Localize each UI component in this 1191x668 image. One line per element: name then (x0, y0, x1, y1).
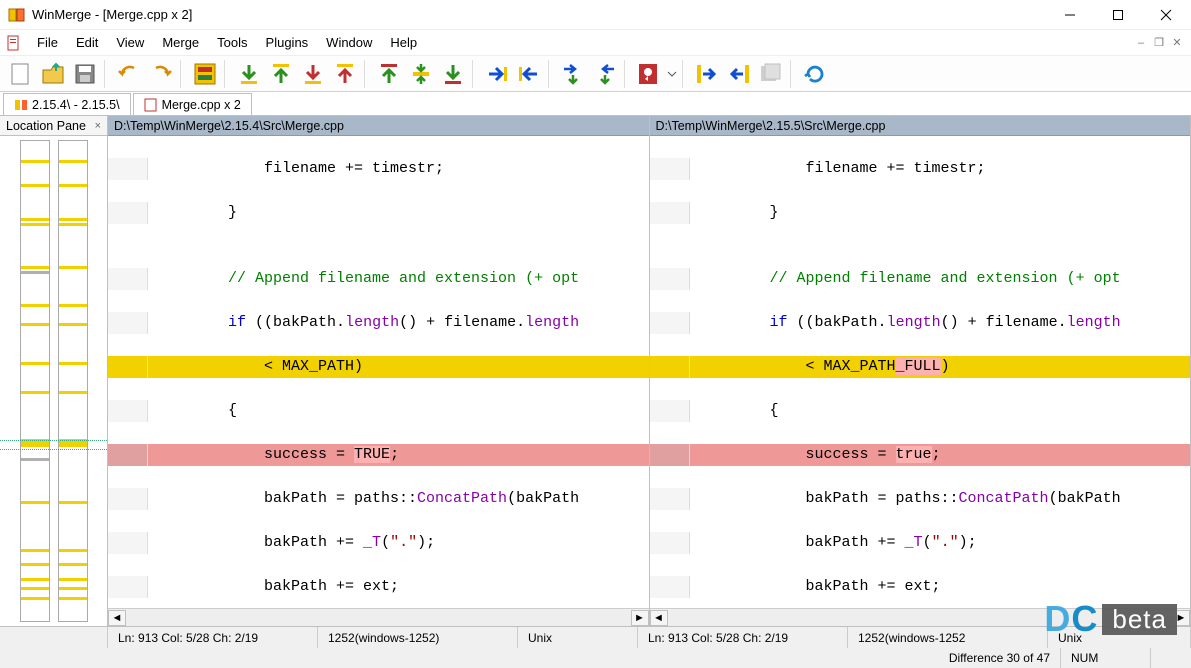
first-diff-button[interactable] (374, 59, 404, 89)
document-icon (6, 35, 22, 51)
menubar: File Edit View Merge Tools Plugins Windo… (0, 30, 1191, 56)
right-pane-content[interactable]: filename += timestr; } // Append filenam… (650, 136, 1191, 608)
mdi-minimize-button[interactable]: – (1133, 35, 1149, 51)
undo-button[interactable] (114, 59, 144, 89)
window-title: WinMerge - [Merge.cpp x 2] (32, 7, 1053, 22)
maximize-button[interactable] (1101, 4, 1135, 26)
current-diff-button[interactable] (406, 59, 436, 89)
compare-area: D:\Temp\WinMerge\2.15.4\Src\Merge.cpp fi… (108, 116, 1191, 626)
redo-button[interactable] (146, 59, 176, 89)
location-pane-close-icon[interactable]: × (95, 120, 101, 132)
last-diff-button[interactable] (438, 59, 468, 89)
main-area: Location Pane × (0, 116, 1191, 626)
tab-label: Merge.cpp x 2 (162, 98, 241, 112)
status-left-pos: Ln: 913 Col: 5/28 Ch: 2/19 (108, 627, 318, 648)
location-bar-left[interactable] (20, 140, 50, 622)
file-diff-icon (144, 98, 158, 112)
status-diff-count: Difference 30 of 47 (939, 648, 1061, 668)
prev-diff-button[interactable] (266, 59, 296, 89)
status-right-enc: 1252(windows-1252 (848, 627, 1048, 648)
left-pane: D:\Temp\WinMerge\2.15.4\Src\Merge.cpp fi… (108, 116, 650, 626)
right-pane-path: D:\Temp\WinMerge\2.15.5\Src\Merge.cpp (656, 119, 886, 133)
menu-plugins[interactable]: Plugins (257, 32, 318, 53)
location-indicator (0, 440, 113, 450)
copy-left-advance-button[interactable] (590, 59, 620, 89)
right-pane-header: D:\Temp\WinMerge\2.15.5\Src\Merge.cpp (650, 116, 1191, 136)
toolbar (0, 56, 1191, 92)
titlebar: WinMerge - [Merge.cpp x 2] (0, 0, 1191, 30)
menu-view[interactable]: View (107, 32, 153, 53)
copy-right-advance-button[interactable] (558, 59, 588, 89)
status-right-eol: Unix (1048, 627, 1191, 648)
location-bar-right[interactable] (58, 140, 88, 622)
mdi-close-button[interactable]: ✕ (1169, 35, 1185, 51)
folder-diff-icon (14, 98, 28, 112)
menu-file[interactable]: File (28, 32, 67, 53)
menu-edit[interactable]: Edit (67, 32, 107, 53)
status-numlock: NUM (1061, 648, 1151, 668)
save-all-button[interactable] (756, 59, 786, 89)
location-pane-header: Location Pane × (0, 116, 107, 136)
tab-file-compare[interactable]: Merge.cpp x 2 (133, 93, 252, 115)
all-right-button[interactable] (692, 59, 722, 89)
close-button[interactable] (1149, 4, 1183, 26)
tabbar: 2.15.4\ - 2.15.5\ Merge.cpp x 2 (0, 92, 1191, 116)
tab-folder-compare[interactable]: 2.15.4\ - 2.15.5\ (3, 93, 131, 115)
statusbar: Ln: 913 Col: 5/28 Ch: 2/19 1252(windows-… (0, 626, 1191, 648)
right-hscroll[interactable]: ◄► (650, 608, 1191, 626)
right-pane: D:\Temp\WinMerge\2.15.5\Src\Merge.cpp fi… (650, 116, 1191, 626)
menu-merge[interactable]: Merge (153, 32, 208, 53)
tab-label: 2.15.4\ - 2.15.5\ (32, 98, 120, 112)
mdi-restore-button[interactable]: ❐ (1151, 35, 1167, 51)
options-dropdown[interactable] (666, 59, 678, 89)
copy-right-button[interactable] (482, 59, 512, 89)
location-pane-title: Location Pane (6, 119, 86, 133)
status-right-pos: Ln: 913 Col: 5/28 Ch: 2/19 (638, 627, 848, 648)
menu-window[interactable]: Window (317, 32, 381, 53)
location-pane: Location Pane × (0, 116, 108, 626)
left-pane-path: D:\Temp\WinMerge\2.15.4\Src\Merge.cpp (114, 119, 344, 133)
open-button[interactable] (38, 59, 68, 89)
refresh-button[interactable] (800, 59, 830, 89)
minimize-button[interactable] (1053, 4, 1087, 26)
all-left-button[interactable] (724, 59, 754, 89)
options-button[interactable] (634, 59, 664, 89)
diff-settings-button[interactable] (190, 59, 220, 89)
left-pane-header: D:\Temp\WinMerge\2.15.4\Src\Merge.cpp (108, 116, 649, 136)
new-button[interactable] (6, 59, 36, 89)
left-pane-content[interactable]: filename += timestr; } // Append filenam… (108, 136, 649, 608)
next-conflict-button[interactable] (298, 59, 328, 89)
menu-help[interactable]: Help (381, 32, 426, 53)
menu-tools[interactable]: Tools (208, 32, 256, 53)
next-diff-button[interactable] (234, 59, 264, 89)
prev-conflict-button[interactable] (330, 59, 360, 89)
location-pane-body[interactable] (0, 136, 107, 626)
copy-left-button[interactable] (514, 59, 544, 89)
app-icon (8, 6, 26, 24)
status-left-eol: Unix (518, 627, 638, 648)
left-hscroll[interactable]: ◄► (108, 608, 649, 626)
statusbar-secondary: Difference 30 of 47 NUM (0, 648, 1191, 668)
save-button[interactable] (70, 59, 100, 89)
status-left-enc: 1252(windows-1252) (318, 627, 518, 648)
